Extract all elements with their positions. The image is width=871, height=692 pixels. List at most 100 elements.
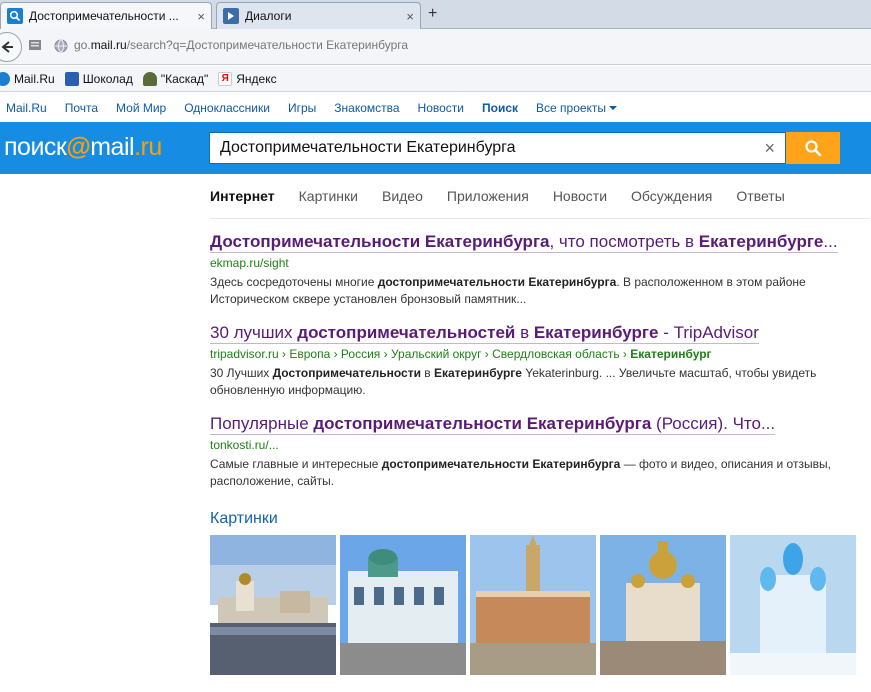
bookmarks-bar: Mail.Ru Шоколад "Каскад" Я Яндекс <box>0 66 871 92</box>
back-button[interactable] <box>0 32 22 62</box>
portal-nav: Mail.Ru Почта Мой Мир Одноклассники Игры… <box>0 93 871 122</box>
search-result: 30 лучших достопримечательностей в Екате… <box>210 323 850 399</box>
text-segment: (Россия). Что... <box>651 414 776 433</box>
highlighted-text: Екатеринбурге <box>533 323 659 342</box>
highlighted-text: достопримечательности Екатеринбурга <box>381 457 621 471</box>
text-segment: в <box>420 366 434 380</box>
arrow-left-icon <box>1 41 13 53</box>
highlighted-text: Достопримечательности Екатеринбурга <box>210 232 550 251</box>
text-segment: tripadvisor.ru › Европа › Россия › Ураль… <box>210 347 631 361</box>
highlighted-text: достопримечательности Екатеринбурга <box>313 414 652 433</box>
all-projects-dropdown[interactable]: Все проекты <box>536 100 618 115</box>
highlighted-text: Екатеринбурге <box>434 366 522 380</box>
result-url[interactable]: tripadvisor.ru › Европа › Россия › Ураль… <box>210 347 850 361</box>
search-result: Популярные достопримечательности Екатери… <box>210 414 850 490</box>
browser-nav-bar: go.mail.ru/search?q=Достопримечательност… <box>0 29 871 65</box>
text-segment: 30 лучших <box>210 323 298 342</box>
portal-link-search[interactable]: Поиск <box>482 101 518 115</box>
portal-link-dating[interactable]: Знакомства <box>334 101 399 115</box>
image-strip <box>210 535 860 675</box>
tab-internet[interactable]: Интернет <box>210 188 275 204</box>
all-projects-label: Все проекты <box>536 100 607 115</box>
sevastyanov-house-image[interactable] <box>340 535 466 675</box>
text-segment: Самые главные и интересные <box>210 457 382 471</box>
tab-apps[interactable]: Приложения <box>447 188 529 204</box>
logo-text-left: поиск <box>4 133 67 161</box>
chevron-down-icon <box>609 106 618 111</box>
tab-news[interactable]: Новости <box>553 188 607 204</box>
mailru-icon <box>0 71 10 86</box>
search-favicon-icon <box>7 8 23 24</box>
clear-icon[interactable]: × <box>764 138 775 158</box>
dialogs-favicon-icon <box>223 8 239 24</box>
images-heading-link[interactable]: Картинки <box>210 510 278 528</box>
tab-dialogs[interactable]: Диалоги × <box>216 2 421 29</box>
city-administration-image[interactable] <box>470 535 596 675</box>
new-tab-button[interactable]: + <box>428 5 437 23</box>
church-embankment-image[interactable] <box>210 535 336 675</box>
highlighted-text: Екатеринбурге <box>698 232 824 251</box>
result-url[interactable]: ekmap.ru/sight <box>210 256 850 270</box>
shokolad-icon <box>64 71 79 86</box>
result-title-link[interactable]: Достопримечательности Екатеринбурга, что… <box>210 232 838 253</box>
search-icon <box>805 140 822 157</box>
tab-search[interactable]: Достопримечательности ... × <box>0 2 212 29</box>
url-path: /search?q=Достопримечательности Екатерин… <box>126 38 409 52</box>
portal-link-games[interactable]: Игры <box>288 101 316 115</box>
portal-link-my-world[interactable]: Мой Мир <box>116 101 166 115</box>
address-bar[interactable]: go.mail.ru/search?q=Достопримечательност… <box>74 38 408 52</box>
tab-discussions[interactable]: Обсуждения <box>631 188 712 204</box>
bookmark-label: Шоколад <box>82 71 133 86</box>
result-snippet: Самые главные и интересные достопримечат… <box>210 456 840 490</box>
tab-title: Достопримечательности ... <box>29 9 179 23</box>
text-segment: tonkosti.ru/... <box>210 438 279 452</box>
url-domain: mail.ru <box>90 38 127 52</box>
result-snippet: Здесь сосредоточены многие достопримечат… <box>210 274 840 308</box>
result-snippet: 30 Лучших Достопримечательности в Екатер… <box>210 365 840 399</box>
tab-title: Диалоги <box>245 9 292 23</box>
tab-video[interactable]: Видео <box>382 188 423 204</box>
bookmark-kaskad[interactable]: "Каскад" <box>142 71 208 86</box>
yandex-icon: Я <box>218 71 233 86</box>
text-segment: ... <box>823 232 838 251</box>
bookmark-yandex[interactable]: Я Яндекс <box>218 71 277 86</box>
text-segment: 30 Лучших <box>210 366 273 380</box>
result-title-link[interactable]: 30 лучших достопримечательностей в Екате… <box>210 323 759 344</box>
search-logo[interactable]: поиск@mail.ru <box>4 133 162 162</box>
search-verticals: Интернет Картинки Видео Приложения Новос… <box>210 188 809 204</box>
divider <box>210 218 870 219</box>
browser-tab-strip: Достопримечательности ... × Диалоги × + <box>0 0 871 29</box>
highlighted-text: достопримечательностей <box>297 323 516 342</box>
text-segment: - TripAdvisor <box>658 323 759 342</box>
text-segment: ekmap.ru/sight <box>210 256 289 270</box>
text-segment: в <box>515 323 534 342</box>
globe-icon <box>54 39 68 56</box>
tab-answers[interactable]: Ответы <box>736 188 784 204</box>
highlighted-text: Екатеринбург <box>630 347 712 361</box>
portal-link-mailru[interactable]: Mail.Ru <box>6 101 47 115</box>
search-button[interactable] <box>786 132 840 164</box>
text-segment: Здесь сосредоточены многие <box>210 275 378 289</box>
reader-icon[interactable] <box>28 39 42 54</box>
logo-at: @ <box>66 133 91 161</box>
search-input[interactable] <box>210 133 750 163</box>
text-segment: , что посмотреть в <box>549 232 699 251</box>
church-on-blood-image[interactable] <box>600 535 726 675</box>
ice-town-image[interactable] <box>730 535 856 675</box>
result-title-link[interactable]: Популярные достопримечательности Екатери… <box>210 414 776 435</box>
tab-images[interactable]: Картинки <box>299 188 358 204</box>
soldier-icon <box>142 71 157 86</box>
highlighted-text: Достопримечательности <box>272 366 421 380</box>
search-header: поиск@mail.ru × <box>0 122 871 174</box>
portal-link-odnoklassniki[interactable]: Одноклассники <box>184 101 270 115</box>
bookmark-shokolad[interactable]: Шоколад <box>64 71 133 86</box>
portal-link-news[interactable]: Новости <box>418 101 464 115</box>
bookmark-mailru[interactable]: Mail.Ru <box>0 71 55 86</box>
text-segment: Популярные <box>210 414 314 433</box>
close-icon[interactable]: × <box>406 9 414 24</box>
result-url[interactable]: tonkosti.ru/... <box>210 438 850 452</box>
search-box: × <box>209 132 786 164</box>
logo-text-ru: .ru <box>134 133 162 161</box>
portal-link-mail[interactable]: Почта <box>65 101 98 115</box>
close-icon[interactable]: × <box>197 9 205 24</box>
